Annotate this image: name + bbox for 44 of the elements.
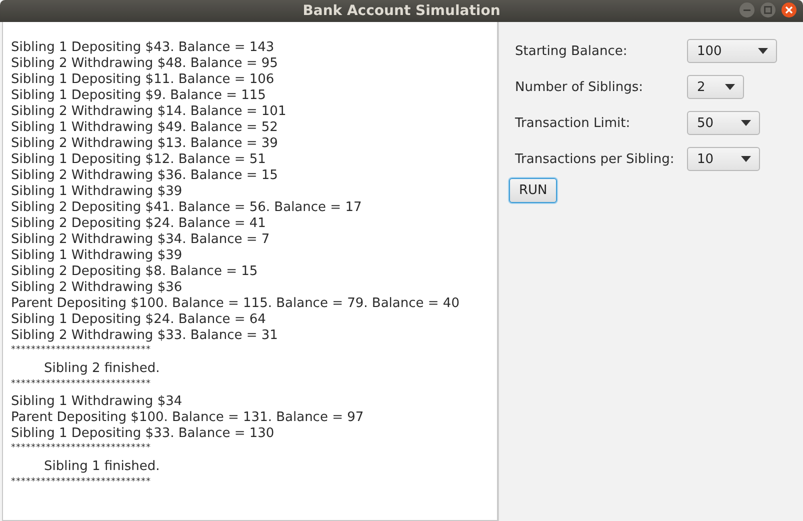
- run-button[interactable]: RUN: [509, 178, 558, 203]
- separator-line: ****************************: [11, 442, 151, 455]
- log-line: Parent Depositing $100. Balance = 115. Balance = 79. Balance = 40: [11, 296, 460, 312]
- log-line: Sibling 2 Withdrawing $36. Balance = 15: [11, 168, 278, 184]
- caret-icon: [758, 48, 768, 54]
- log-line: Sibling 2 Withdrawing $14. Balance = 101: [11, 104, 286, 120]
- log-line: Sibling 2 Withdrawing $34. Balance = 7: [11, 232, 270, 248]
- log-line: Sibling 1 Depositing $43. Balance = 143: [11, 40, 274, 56]
- log-line: Sibling 1 Withdrawing $39: [11, 248, 182, 264]
- log-line: Sibling 1 Withdrawing $39: [11, 184, 182, 200]
- caret-icon: [725, 84, 735, 90]
- log-line: Sibling 2 Depositing $41. Balance = 56. Balance = 17: [11, 200, 362, 216]
- separator-line: ****************************: [11, 344, 151, 357]
- log-line: Sibling 1 Depositing $11. Balance = 106: [11, 72, 274, 88]
- log-line: Sibling 2 Depositing $24. Balance = 41: [11, 216, 266, 232]
- log-line: Sibling 1 Depositing $24. Balance = 64: [11, 312, 266, 328]
- dropdown[interactable]: 10: [687, 147, 760, 171]
- caret-icon: [741, 156, 751, 162]
- log-line: Sibling 2 Depositing $8. Balance = 15: [11, 264, 258, 280]
- log-line: Sibling 2 Withdrawing $48. Balance = 95: [11, 56, 278, 72]
- close-icon[interactable]: [781, 2, 797, 18]
- dropdown[interactable]: 50: [687, 111, 760, 135]
- output-text-area[interactable]: [2, 22, 498, 521]
- log-line: Sibling 2 Withdrawing $13. Balance = 39: [11, 136, 278, 152]
- caret-icon: [741, 120, 751, 126]
- setting-label: Number of Siblings:: [514, 80, 644, 94]
- log-line: Parent Depositing $100. Balance = 131. Balance = 97: [11, 410, 364, 426]
- setting-label: Transactions per Sibling:: [514, 152, 676, 166]
- window-title: Bank Account Simulation: [302, 3, 500, 19]
- log-line: Sibling 1 Depositing $12. Balance = 51: [11, 152, 266, 168]
- status-line: Sibling 1 finished.: [43, 458, 160, 476]
- log-line: Sibling 1 Depositing $33. Balance = 130: [11, 426, 274, 442]
- separator-line: ****************************: [11, 476, 151, 489]
- log-line: Sibling 1 Withdrawing $49. Balance = 52: [11, 120, 278, 136]
- separator-line: ****************************: [11, 378, 151, 391]
- setting-label: Transaction Limit:: [514, 116, 632, 130]
- log-line: Sibling 1 Withdrawing $34: [11, 394, 182, 410]
- log-line: Sibling 2 Withdrawing $36: [11, 280, 182, 296]
- status-line: Sibling 2 finished.: [43, 360, 160, 378]
- log-line: Sibling 1 Depositing $9. Balance = 115: [11, 88, 266, 104]
- dropdown[interactable]: 100: [687, 39, 777, 63]
- dropdown[interactable]: 2: [687, 75, 744, 99]
- setting-label: Starting Balance:: [514, 44, 628, 58]
- log-line: Sibling 2 Withdrawing $33. Balance = 31: [11, 328, 278, 344]
